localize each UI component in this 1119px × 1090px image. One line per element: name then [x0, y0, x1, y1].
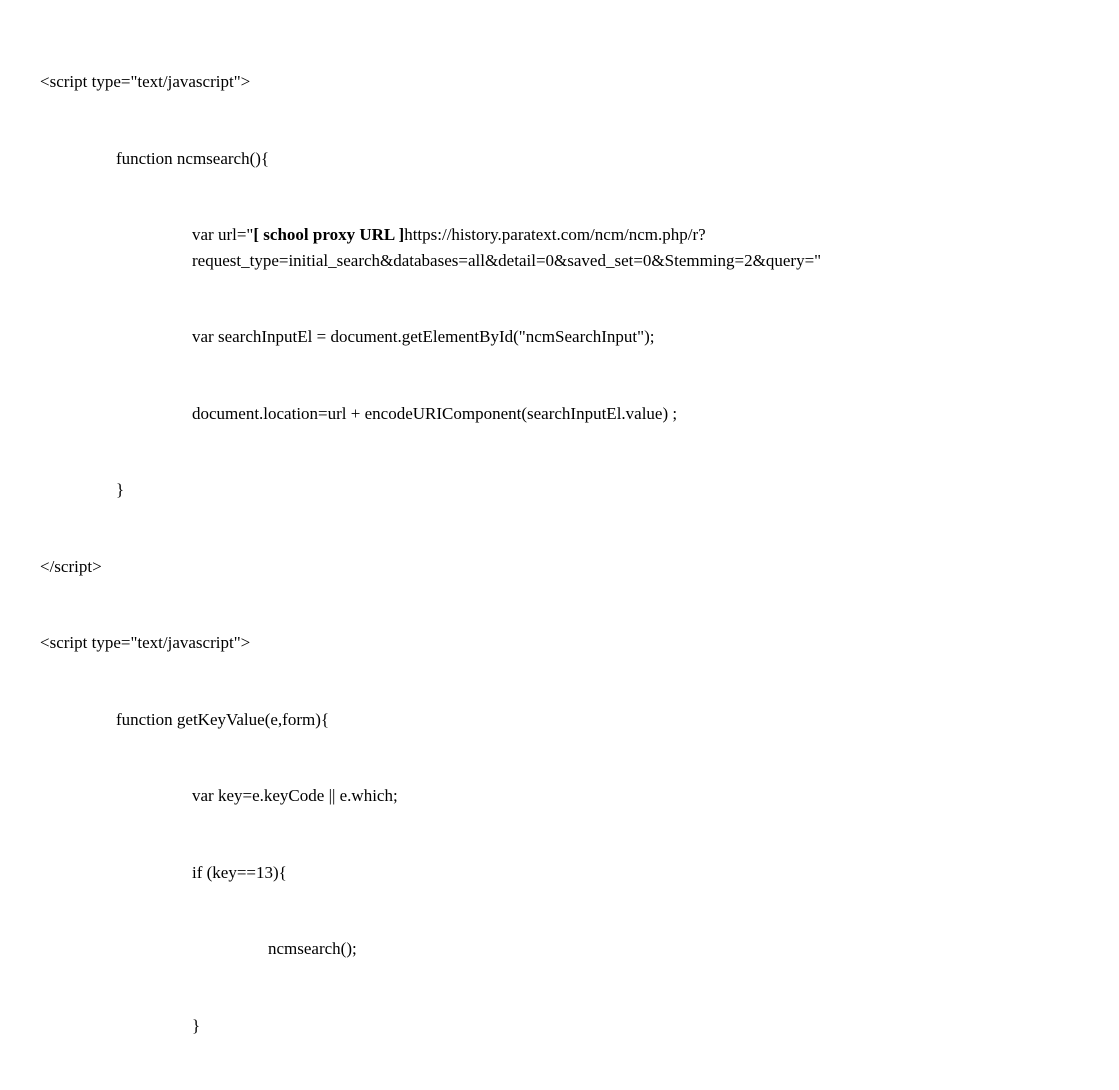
code-line-url: var url="[ school proxy URL ]https://his… — [40, 222, 972, 273]
code-line: <script type="text/javascript"> — [40, 69, 1079, 95]
code-line: if (key==13){ — [40, 860, 1079, 886]
code-line: </script> — [40, 554, 1079, 580]
code-line: var key=e.keyCode || e.which; — [40, 783, 1079, 809]
code-line: function ncmsearch(){ — [40, 146, 1079, 172]
code-line: } — [40, 1089, 1079, 1090]
code-line: ncmsearch(); — [40, 936, 1079, 962]
code-snippet: <script type="text/javascript"> function… — [40, 18, 1079, 1090]
code-line: <script type="text/javascript"> — [40, 630, 1079, 656]
code-line: var searchInputEl = document.getElementB… — [40, 324, 1079, 350]
code-text: var url=" — [192, 225, 253, 244]
code-line: } — [40, 477, 1079, 503]
bold-placeholder: [ school proxy URL ] — [253, 225, 404, 244]
code-line: } — [40, 1013, 1079, 1039]
code-line: function getKeyValue(e,form){ — [40, 707, 1079, 733]
code-line: document.location=url + encodeURICompone… — [40, 401, 1079, 427]
